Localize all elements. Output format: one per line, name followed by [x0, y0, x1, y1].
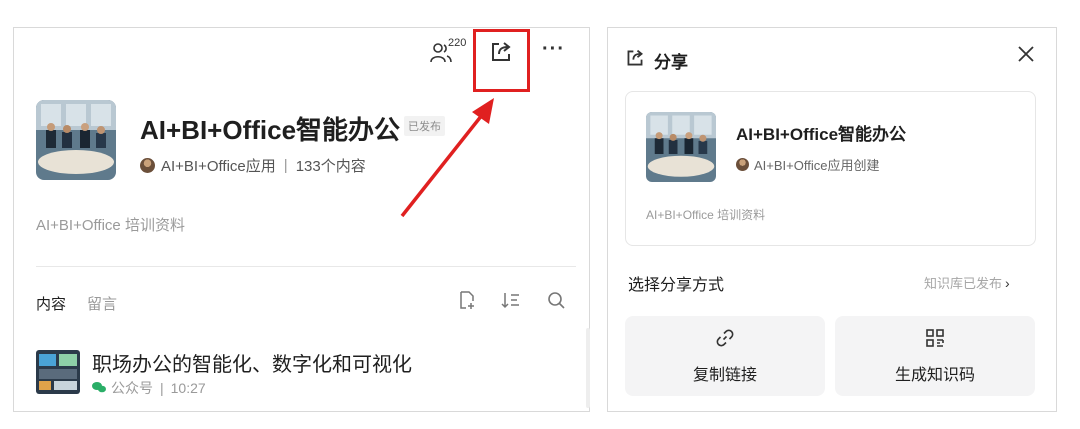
- share-icon: [626, 49, 644, 72]
- status-badge: 已发布: [404, 116, 445, 136]
- card-description: AI+BI+Office 培训资料: [646, 208, 766, 222]
- tab-content[interactable]: 内容: [36, 293, 66, 314]
- share-preview-card: AI+BI+Office智能办公 AI+BI+Office应用创建 AI+BI+…: [625, 91, 1036, 246]
- add-content-button[interactable]: [454, 290, 478, 314]
- red-arrow-annotation: [400, 98, 494, 218]
- list-item[interactable]: 职场办公的智能化、数字化和可视化 公众号 | 10:27: [36, 346, 576, 398]
- sort-icon: [501, 290, 521, 315]
- card-meta: AI+BI+Office应用创建: [736, 155, 879, 174]
- kb-meta: AI+BI+Office应用 | 133个内容: [140, 155, 366, 176]
- share-dialog-title: 分享: [654, 53, 688, 72]
- kb-cover-image: [646, 112, 716, 182]
- divider: [36, 266, 576, 267]
- close-button[interactable]: [1014, 44, 1038, 68]
- scrollbar[interactable]: [586, 328, 590, 408]
- kb-content-count: 133个内容: [295, 158, 366, 175]
- share-dialog: 分享 AI+BI+Office智能办公 AI+BI+Office应用创建 AI+…: [607, 27, 1057, 412]
- member-count: 220: [448, 37, 467, 49]
- share-highlight-box: [473, 29, 530, 92]
- tab-comments[interactable]: 留言: [87, 293, 117, 314]
- chevron-right-icon: ›: [1005, 274, 1010, 291]
- kb-cover-image: [36, 100, 116, 180]
- copy-link-label: 复制链接: [692, 366, 757, 384]
- add-page-icon: [456, 290, 476, 315]
- avatar: [736, 158, 749, 171]
- copy-link-button[interactable]: 复制链接: [625, 316, 825, 396]
- article-source: 公众号: [111, 380, 153, 396]
- search-icon: [546, 290, 566, 315]
- more-options-button[interactable]: ···: [542, 38, 565, 61]
- sort-button[interactable]: [499, 290, 523, 314]
- knowledge-base-panel: 220 ··· AI+BI+Office智能办公 已发布 AI+BI+Offic…: [13, 27, 590, 412]
- generate-qr-label: 生成知识码: [894, 366, 975, 384]
- publish-status-text: 知识库已发布: [924, 276, 1003, 291]
- article-title[interactable]: 职场办公的智能化、数字化和可视化: [92, 348, 412, 377]
- kb-description: AI+BI+Office 培训资料: [36, 217, 185, 234]
- generate-qr-button[interactable]: 生成知识码: [835, 316, 1035, 396]
- share-dialog-header: 分享: [626, 48, 688, 73]
- kb-title: AI+BI+Office智能办公: [140, 115, 401, 145]
- wechat-icon: [92, 380, 106, 396]
- article-thumbnail: [36, 350, 80, 394]
- avatar: [140, 158, 155, 173]
- card-creator: AI+BI+Office应用创建: [754, 158, 880, 173]
- share-method-label: 选择分享方式: [628, 277, 725, 294]
- kb-owner[interactable]: AI+BI+Office应用: [161, 155, 276, 176]
- search-button[interactable]: [544, 290, 568, 314]
- article-time: 10:27: [170, 380, 206, 396]
- link-icon: [715, 328, 735, 353]
- meta-separator: |: [283, 157, 288, 174]
- close-icon: [1017, 42, 1035, 69]
- article-meta: 公众号 | 10:27: [92, 378, 206, 398]
- meta-separator: |: [160, 380, 164, 396]
- card-title: AI+BI+Office智能办公: [736, 125, 907, 144]
- qr-code-icon: [925, 328, 945, 353]
- publish-status-link[interactable]: 知识库已发布 ›: [924, 273, 1010, 292]
